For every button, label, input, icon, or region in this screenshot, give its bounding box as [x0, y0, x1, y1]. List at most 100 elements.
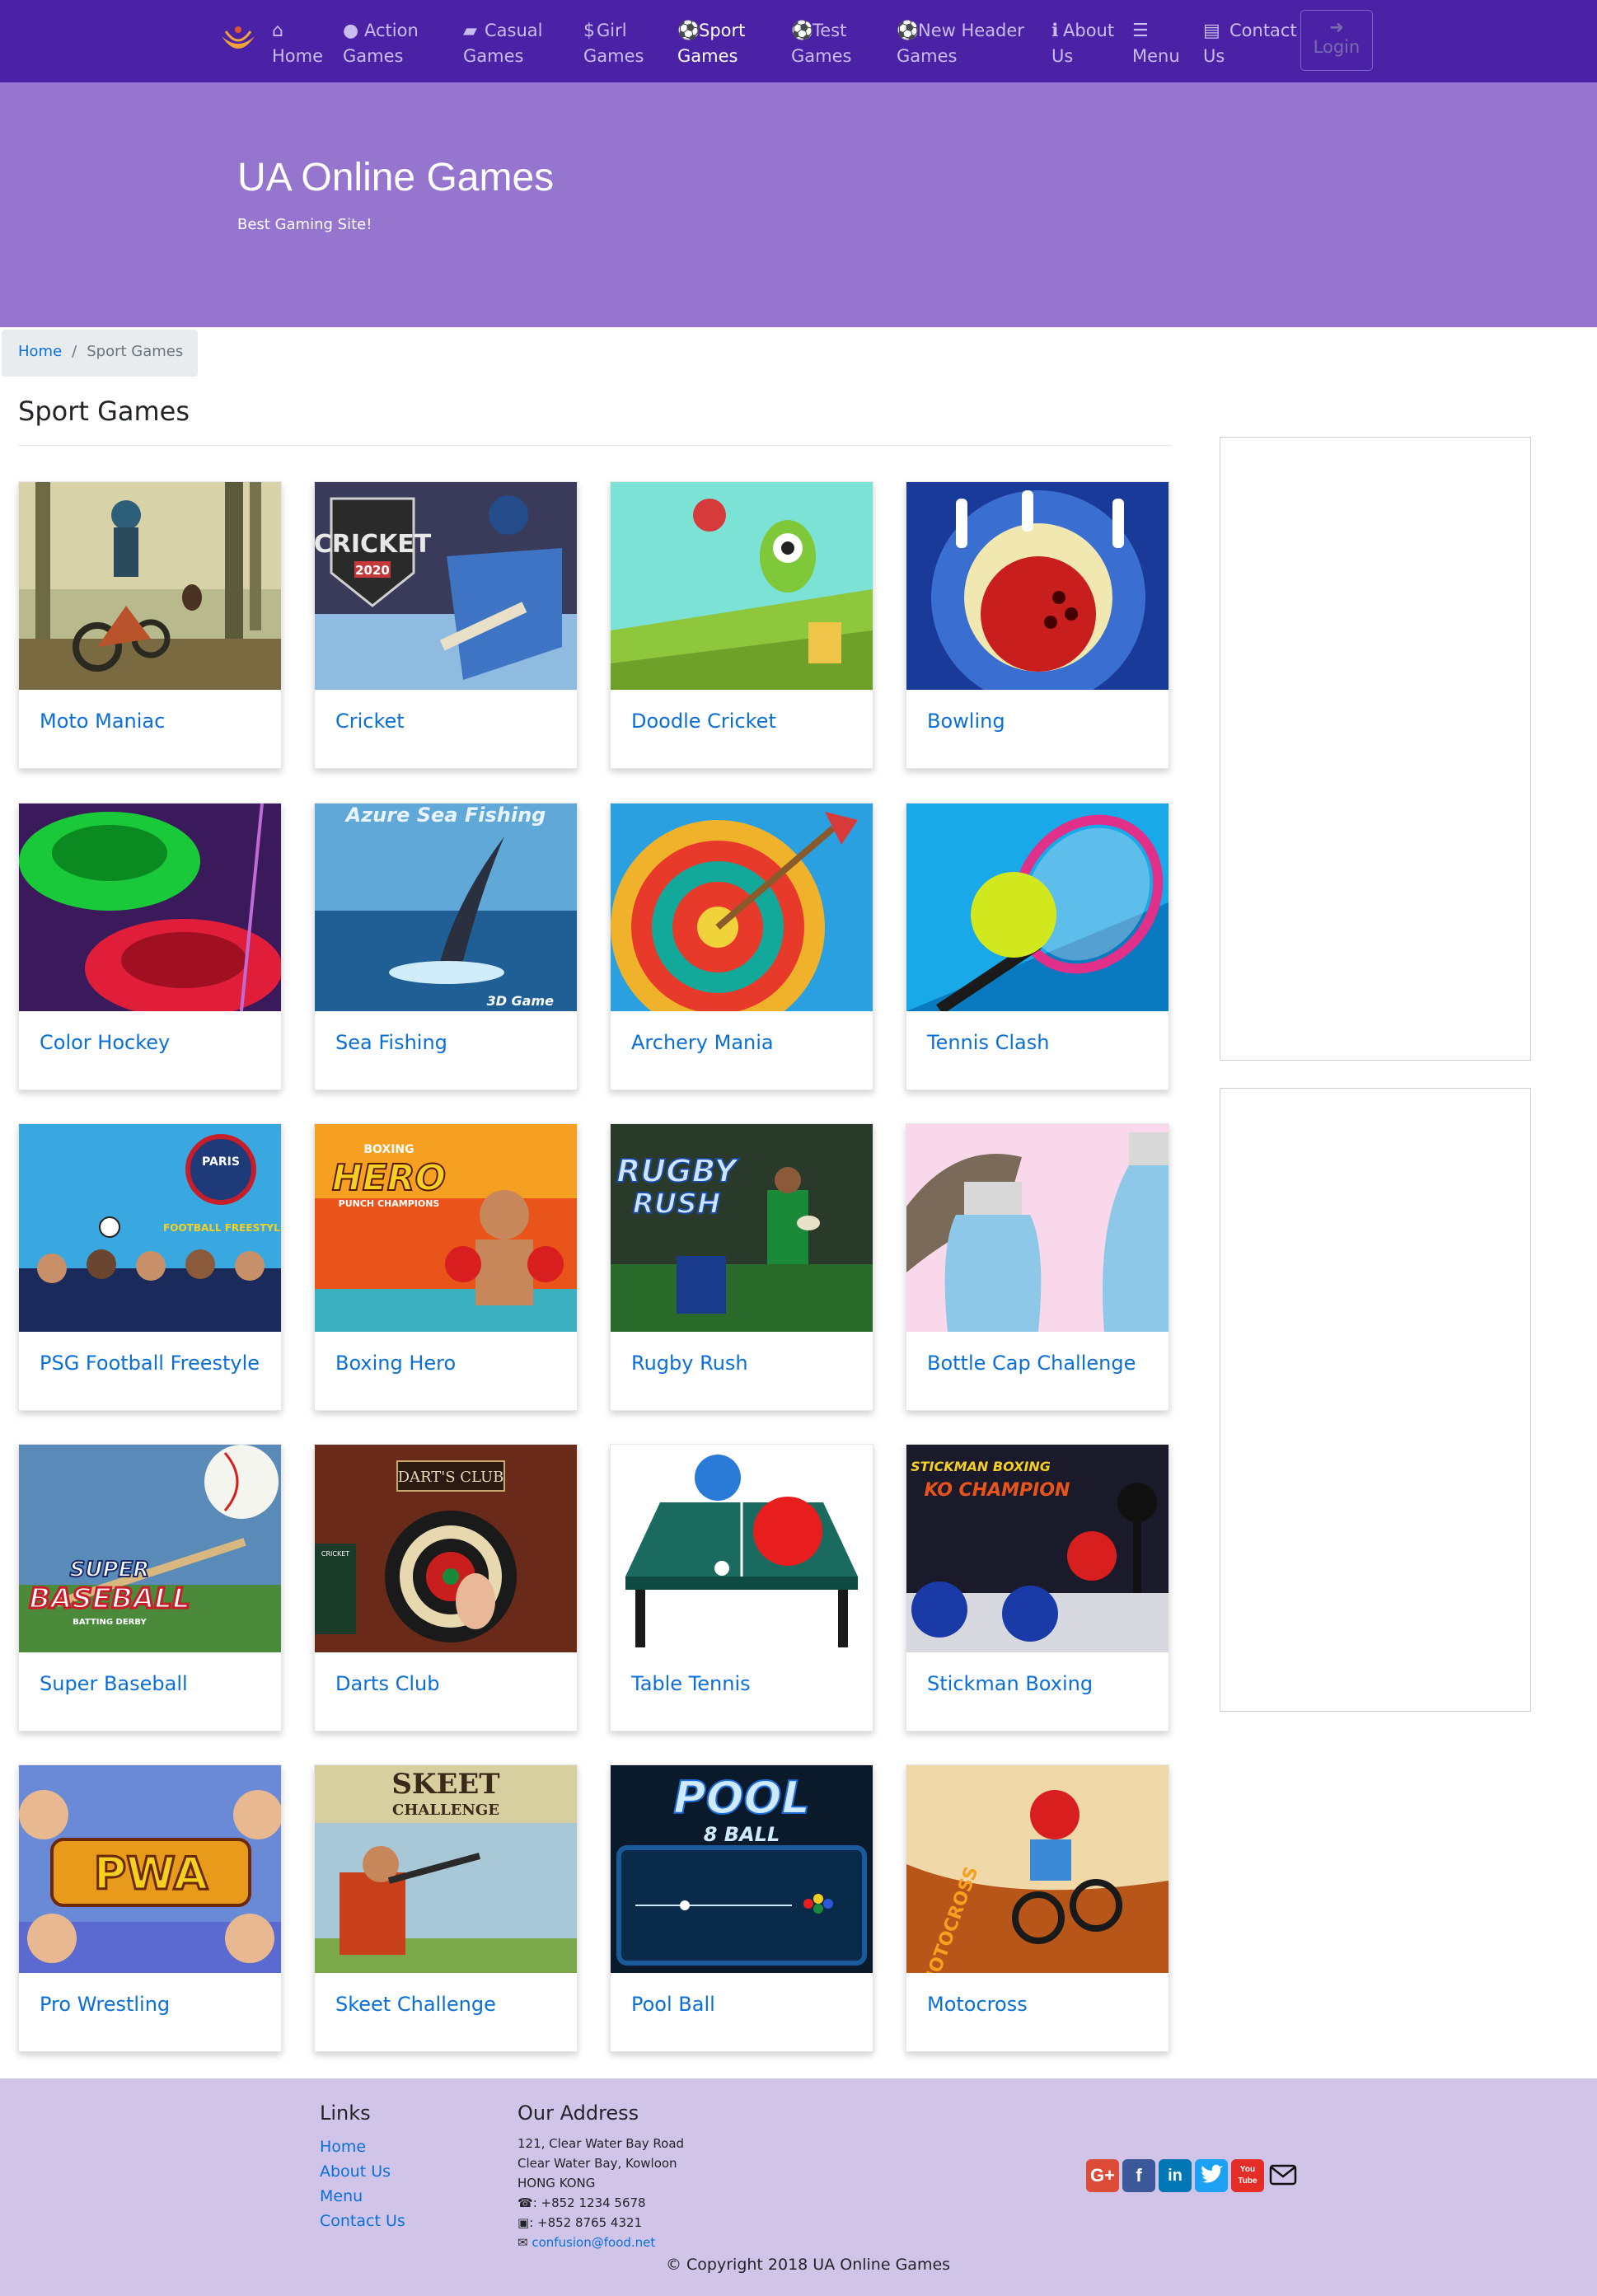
- game-thumbnail[interactable]: MOTOCROSS: [906, 1765, 1168, 1973]
- game-title[interactable]: Motocross: [927, 1993, 1028, 2016]
- game-card[interactable]: SUPER BASEBALL BATTING DERBY Super Baseb…: [18, 1444, 282, 1731]
- game-thumbnail[interactable]: POOL 8 BALL: [611, 1765, 873, 1973]
- game-title[interactable]: Super Baseball: [40, 1672, 188, 1695]
- phone-line: ☎: +852 1234 5678: [518, 2195, 646, 2210]
- game-card[interactable]: PWA Pro Wrestling: [18, 1764, 282, 2052]
- game-title[interactable]: Bowling: [927, 710, 1005, 733]
- game-title[interactable]: Pro Wrestling: [40, 1993, 170, 2016]
- game-card[interactable]: Doodle Cricket: [610, 481, 873, 769]
- game-card[interactable]: Color Hockey: [18, 803, 282, 1090]
- game-card[interactable]: PARIS FOOTBALL FREESTYLE PSG Football Fr…: [18, 1123, 282, 1411]
- game-card[interactable]: MOTOCROSS Motocross: [906, 1764, 1169, 2052]
- game-title[interactable]: Sea Fishing: [335, 1031, 447, 1054]
- game-card[interactable]: CRICKET 2020 Cricket: [314, 481, 578, 769]
- nav-contact-us[interactable]: ▤ Contact Us: [1203, 18, 1297, 68]
- brand-logo-icon[interactable]: [218, 20, 259, 61]
- game-card[interactable]: SKEET CHALLENGE Skeet Challenge: [314, 1764, 578, 2052]
- game-card[interactable]: DART'S CLUB CRICKET Darts Club: [314, 1444, 578, 1731]
- thumb-text: STICKMAN BOXING: [911, 1459, 1051, 1474]
- game-title[interactable]: Darts Club: [335, 1672, 439, 1695]
- email-link[interactable]: confusion@food.net: [532, 2235, 655, 2250]
- twitter-icon[interactable]: [1195, 2159, 1228, 2192]
- game-card[interactable]: Table Tennis: [610, 1444, 873, 1731]
- game-thumbnail[interactable]: [906, 482, 1168, 690]
- game-card[interactable]: Azure Sea Fishing 3D Game Sea Fishing: [314, 803, 578, 1090]
- nav-casual-label-1: Casual: [485, 21, 543, 40]
- game-title[interactable]: Moto Maniac: [40, 710, 165, 733]
- nav-new-header-games[interactable]: ⚽New Header Games: [897, 18, 1024, 68]
- thumb-text: RUSH: [633, 1188, 721, 1221]
- game-title[interactable]: Archery Mania: [631, 1031, 774, 1054]
- thumb-text: POOL: [673, 1772, 810, 1824]
- game-thumbnail[interactable]: [611, 1445, 873, 1652]
- game-title[interactable]: Tennis Clash: [927, 1031, 1049, 1054]
- youtube-icon[interactable]: You Tube: [1231, 2159, 1264, 2192]
- game-title[interactable]: Boxing Hero: [335, 1352, 456, 1375]
- game-thumbnail[interactable]: PWA: [19, 1765, 281, 1973]
- breadcrumb-home-link[interactable]: Home: [18, 343, 62, 360]
- ad-slot[interactable]: [1220, 437, 1531, 1061]
- game-thumbnail[interactable]: [611, 482, 873, 690]
- game-card[interactable]: Tennis Clash: [906, 803, 1169, 1090]
- game-thumbnail[interactable]: [19, 804, 281, 1011]
- game-title[interactable]: Table Tennis: [631, 1672, 751, 1695]
- footer-link-about[interactable]: About Us: [320, 2162, 391, 2181]
- game-title[interactable]: Rugby Rush: [631, 1352, 748, 1375]
- nav-girl-games[interactable]: $Girl Games: [583, 18, 644, 68]
- game-title[interactable]: Pool Ball: [631, 1993, 715, 2016]
- game-thumbnail[interactable]: [611, 804, 873, 1011]
- nav-about-us[interactable]: ℹ About Us: [1051, 18, 1114, 68]
- nav-test-games[interactable]: ⚽Test Games: [791, 18, 851, 68]
- game-card[interactable]: Bottle Cap Challenge: [906, 1123, 1169, 1411]
- thumb-text: BASEBALL: [29, 1582, 190, 1615]
- site-title: UA Online Games: [237, 156, 555, 199]
- facebook-icon[interactable]: f: [1122, 2159, 1155, 2192]
- game-card[interactable]: Moto Maniac: [18, 481, 282, 769]
- game-title[interactable]: Color Hockey: [40, 1031, 170, 1054]
- game-card[interactable]: BOXING HERO PUNCH CHAMPIONS Boxing Hero: [314, 1123, 578, 1411]
- ad-slot[interactable]: [1220, 1088, 1531, 1712]
- game-thumbnail[interactable]: [906, 1124, 1168, 1332]
- game-thumbnail[interactable]: DART'S CLUB CRICKET: [315, 1445, 577, 1652]
- nav-action-label-2: Games: [343, 46, 404, 66]
- game-card[interactable]: STICKMAN BOXING KO CHAMPION Stickman Box…: [906, 1444, 1169, 1731]
- game-title[interactable]: Skeet Challenge: [335, 1993, 496, 2016]
- envelope-icon[interactable]: [1269, 2164, 1297, 2186]
- game-thumbnail[interactable]: SUPER BASEBALL BATTING DERBY: [19, 1445, 281, 1652]
- list-icon: ☰: [1132, 21, 1149, 41]
- game-thumbnail[interactable]: RUGBY RUSH: [611, 1124, 873, 1332]
- nav-menu[interactable]: ☰ Menu: [1132, 18, 1180, 68]
- game-thumbnail[interactable]: STICKMAN BOXING KO CHAMPION: [906, 1445, 1168, 1652]
- google-plus-icon[interactable]: G+: [1086, 2159, 1119, 2192]
- game-title[interactable]: Stickman Boxing: [927, 1672, 1093, 1695]
- game-thumbnail[interactable]: PARIS FOOTBALL FREESTYLE: [19, 1124, 281, 1332]
- nav-home[interactable]: ⌂ Home: [272, 18, 323, 68]
- address-line: HONG KONG: [518, 2176, 596, 2191]
- nav-action-games[interactable]: ● Action Games: [343, 18, 419, 68]
- game-title[interactable]: Doodle Cricket: [631, 710, 776, 733]
- nav-sport-games[interactable]: ⚽Sport Games: [677, 18, 745, 68]
- game-title[interactable]: PSG Football Freestyle: [40, 1352, 260, 1375]
- game-card[interactable]: RUGBY RUSH Rugby Rush: [610, 1123, 873, 1411]
- game-card[interactable]: Archery Mania: [610, 803, 873, 1090]
- linkedin-icon[interactable]: in: [1159, 2159, 1192, 2192]
- email-line: ✉ confusion@food.net: [518, 2235, 655, 2250]
- game-thumbnail[interactable]: [906, 804, 1168, 1011]
- login-button[interactable]: ➜ Login: [1300, 10, 1373, 71]
- soccer-ball-icon: ⚽: [897, 21, 920, 41]
- game-card[interactable]: Bowling: [906, 481, 1169, 769]
- game-thumbnail[interactable]: Azure Sea Fishing 3D Game: [315, 804, 577, 1011]
- game-thumbnail[interactable]: CRICKET 2020: [315, 482, 577, 690]
- game-card[interactable]: POOL 8 BALL Pool Ball: [610, 1764, 873, 2052]
- footer-link-contact[interactable]: Contact Us: [320, 2212, 405, 2230]
- footer-link-home[interactable]: Home: [320, 2138, 366, 2156]
- game-thumbnail[interactable]: SKEET CHALLENGE: [315, 1765, 577, 1973]
- game-thumbnail[interactable]: BOXING HERO PUNCH CHAMPIONS: [315, 1124, 577, 1332]
- game-title[interactable]: Bottle Cap Challenge: [927, 1352, 1136, 1375]
- info-icon: ℹ: [1051, 21, 1059, 41]
- breadcrumb: Home / Sport Games: [2, 330, 198, 377]
- footer-link-menu[interactable]: Menu: [320, 2187, 363, 2205]
- game-title[interactable]: Cricket: [335, 710, 405, 733]
- nav-casual-games[interactable]: ▰ Casual Games: [463, 18, 543, 68]
- game-thumbnail[interactable]: [19, 482, 281, 690]
